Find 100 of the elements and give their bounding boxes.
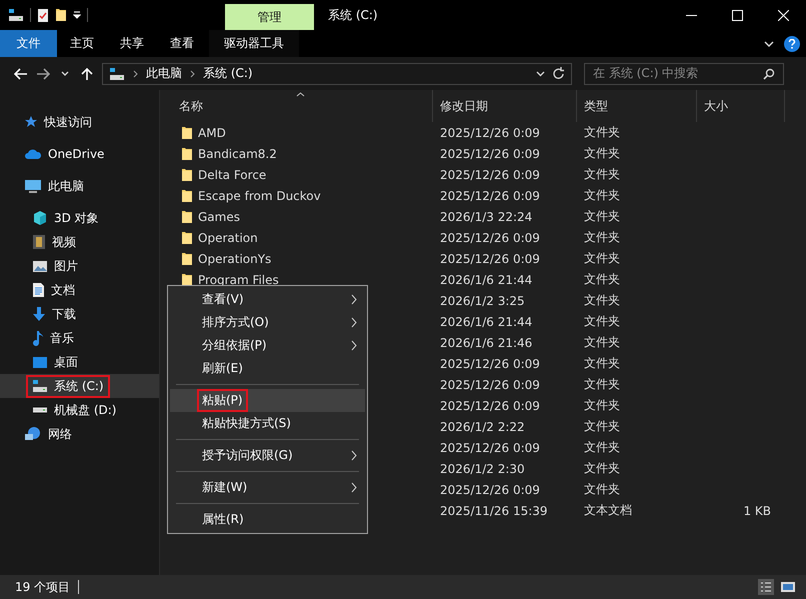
column-header[interactable]: 大小 <box>697 90 785 122</box>
file-type: 文件夹 <box>583 418 621 435</box>
minimize-icon[interactable] <box>686 14 696 16</box>
search-field[interactable]: 在 系统 (C:) 中搜索 <box>584 62 784 84</box>
modified-date: 2025/12/26 0:09 <box>439 482 541 496</box>
sidebar-item[interactable]: 文档 <box>0 278 159 302</box>
modified-date: 2026/1/6 21:46 <box>439 336 534 350</box>
file-type: 文件夹 <box>583 187 621 204</box>
sidebar-item[interactable]: 桌面 <box>0 350 159 374</box>
modified-date: 2025/12/26 0:09 <box>439 126 541 140</box>
modified-date: 2026/1/3 22:24 <box>439 210 534 224</box>
cube-icon <box>32 210 48 226</box>
menu-item[interactable]: 分组依据(P) <box>170 334 365 357</box>
sidebar-item[interactable]: 音乐 <box>0 326 159 350</box>
menu-item[interactable]: 授予访问权限(G) <box>170 444 365 467</box>
sidebar-item[interactable]: 此电脑 <box>0 174 159 198</box>
menu-item[interactable]: 排序方式(O) <box>170 311 365 334</box>
image-icon <box>32 260 48 272</box>
menu-item[interactable]: 查看(V) <box>170 288 365 311</box>
sidebar-item[interactable]: 3D 对象 <box>0 206 159 230</box>
refresh-icon[interactable] <box>553 67 565 80</box>
menu-item[interactable]: 属性(R) <box>170 508 365 531</box>
menu-item[interactable]: 刷新(E) <box>170 357 365 380</box>
modified-date: 2026/1/2 2:22 <box>439 420 526 434</box>
expand-ribbon-icon[interactable] <box>764 40 774 46</box>
breadcrumb[interactable]: 此电脑 <box>146 65 182 82</box>
folder-icon <box>181 168 193 182</box>
ribbon-tab[interactable]: 查看 <box>157 30 207 57</box>
menu-item[interactable]: 新建(W) <box>170 476 365 499</box>
file-type: 文件夹 <box>583 124 621 141</box>
modified-date: 2025/12/26 0:09 <box>439 398 541 412</box>
sidebar-item[interactable]: 网络 <box>0 422 159 446</box>
drive-icon <box>32 379 48 393</box>
ribbon-tab[interactable]: 主页 <box>57 30 107 57</box>
file-type: 文件夹 <box>583 250 621 267</box>
ribbon-tab[interactable]: 驱动器工具 <box>209 30 299 57</box>
column-header[interactable]: 修改日期 <box>433 90 577 122</box>
folder-icon <box>181 272 193 286</box>
ribbon-tab[interactable]: 文件 <box>0 30 57 57</box>
document-icon <box>32 282 45 298</box>
file-type: 文件夹 <box>583 145 621 162</box>
file-type: 文件夹 <box>583 439 621 456</box>
file-name[interactable]: Games <box>198 210 240 224</box>
modified-date: 2026/1/6 21:44 <box>439 272 534 286</box>
sidebar-item[interactable]: 机械盘 (D:) <box>0 398 159 422</box>
sort-icon <box>296 92 305 97</box>
column-header[interactable]: 名称 <box>172 90 433 122</box>
modified-date: 2025/12/26 0:09 <box>439 378 541 392</box>
address-field[interactable]: 此电脑 系统 (C:) <box>102 62 572 84</box>
chevron-icon <box>190 70 195 78</box>
folder-icon <box>181 188 193 202</box>
file-type: 文件夹 <box>583 271 621 288</box>
sidebar-item[interactable]: OneDrive <box>0 142 159 166</box>
file-name[interactable]: Escape from Duckov <box>198 188 321 202</box>
file-name[interactable]: Bandicam8.2 <box>198 146 277 160</box>
modified-date: 2026/1/2 2:30 <box>439 462 526 476</box>
file-type: 文件夹 <box>583 481 621 498</box>
file-type: 文件夹 <box>583 166 621 183</box>
menu-item[interactable]: 粘贴(P) <box>170 389 365 412</box>
modified-date: 2026/1/2 3:25 <box>439 294 526 308</box>
menu-item[interactable]: 粘贴快捷方式(S) <box>170 412 365 435</box>
file-type: 文件夹 <box>583 334 621 351</box>
film-icon <box>32 234 46 250</box>
music-icon <box>32 330 44 346</box>
folder-icon <box>181 252 193 266</box>
details-view-icon[interactable] <box>758 579 774 595</box>
computer-icon <box>24 178 42 194</box>
modified-date: 2025/12/26 0:09 <box>439 146 541 160</box>
sidebar-item[interactable]: 图片 <box>0 254 159 278</box>
modified-date: 2025/12/26 0:09 <box>439 230 541 244</box>
file-name[interactable]: AMD <box>198 126 226 140</box>
sidebar-item[interactable]: 下载 <box>0 302 159 326</box>
file-type: 文件夹 <box>583 292 621 309</box>
sidebar-item[interactable]: 系统 (C:) <box>0 374 159 398</box>
modified-date: 2025/12/26 0:09 <box>439 440 541 454</box>
file-name[interactable]: Delta Force <box>198 168 266 182</box>
file-name[interactable]: OperationYs <box>198 252 272 266</box>
dropdown-icon[interactable] <box>536 70 545 76</box>
column-header[interactable]: 类型 <box>577 90 697 122</box>
ribbon-tab[interactable]: 共享 <box>107 30 157 57</box>
modified-date: 2025/12/26 0:09 <box>439 188 541 202</box>
file-type: 文件夹 <box>583 397 621 414</box>
file-type: 文件夹 <box>583 376 621 393</box>
maximize-icon[interactable] <box>732 10 742 20</box>
properties-icon[interactable] <box>37 8 49 22</box>
folder-icon <box>181 230 193 244</box>
drive-icon <box>8 8 24 22</box>
sidebar-item[interactable]: 快速访问 <box>0 110 159 134</box>
breadcrumb[interactable]: 系统 (C:) <box>203 65 253 82</box>
sidebar-item[interactable]: 视频 <box>0 230 159 254</box>
close-icon[interactable] <box>778 10 788 20</box>
file-name[interactable]: Operation <box>198 230 258 244</box>
desktop-icon <box>32 356 48 368</box>
help-icon[interactable] <box>784 36 800 52</box>
context-tab-header: 管理 <box>225 4 314 30</box>
thumbnail-view-icon[interactable] <box>780 580 796 594</box>
file-name[interactable]: Program Files <box>198 272 279 286</box>
network-icon <box>24 426 42 442</box>
modified-date: 2025/12/26 0:09 <box>439 168 541 182</box>
modified-date: 2025/12/26 0:09 <box>439 356 541 370</box>
